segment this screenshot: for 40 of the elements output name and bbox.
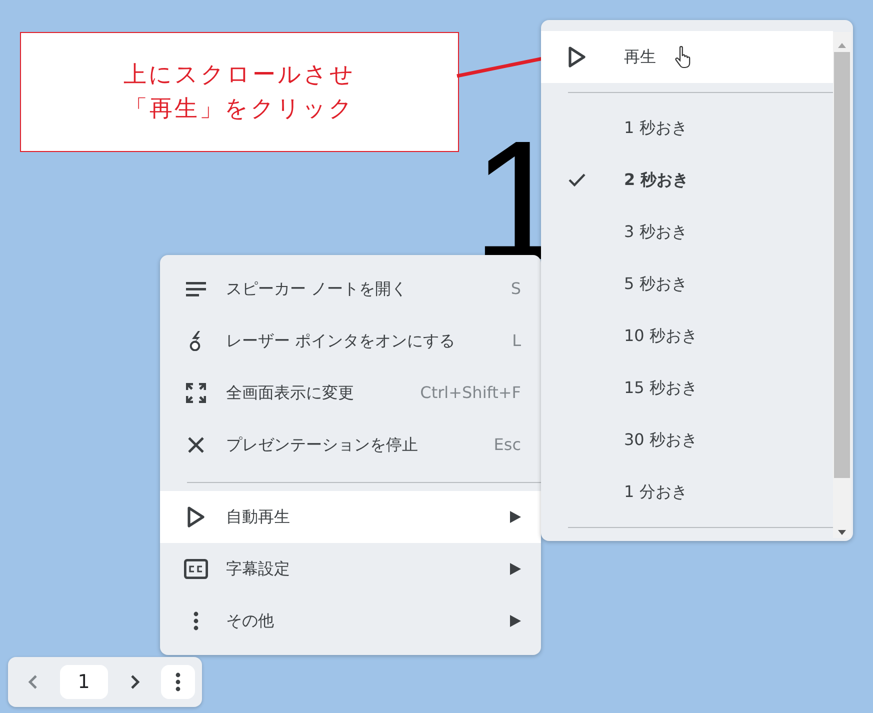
- menu-item[interactable]: 3 秒おき: [541, 206, 833, 258]
- play-icon: [568, 46, 586, 68]
- menu-item[interactable]: 全画面表示に変更 Ctrl+Shift+F: [160, 367, 541, 419]
- menu-item[interactable]: 5 秒おき: [541, 258, 833, 310]
- callout-text: 「再生」をクリック: [124, 95, 354, 124]
- menu-item[interactable]: 再生: [541, 31, 833, 83]
- menu-item[interactable]: スピーカー ノートを開く S: [160, 263, 541, 315]
- menu-item[interactable]: 自動再生: [160, 491, 541, 543]
- menu-item[interactable]: 1 分おき: [541, 466, 833, 518]
- callout-text: 上にスクロールさせ: [124, 61, 356, 90]
- shortcut-text: Esc: [494, 434, 521, 456]
- chevron-icon: [130, 674, 140, 690]
- caret-icon: [510, 511, 521, 523]
- menu-item[interactable]: 1 秒おき: [541, 102, 833, 154]
- lightning-ball-icon: [189, 331, 203, 351]
- menu-item[interactable]: レーザー ポインタをオンにする L: [160, 315, 541, 367]
- play-icon: [187, 506, 205, 528]
- menu-item[interactable]: 30 秒おき: [541, 414, 833, 466]
- chevron-icon: [28, 674, 38, 690]
- menu-item[interactable]: 2 秒おき: [541, 154, 833, 206]
- menu-item[interactable]: その他: [160, 595, 541, 647]
- shortcut-text: Ctrl+Shift+F: [420, 382, 521, 404]
- caret-icon: [510, 615, 521, 627]
- scrollbar[interactable]: [833, 32, 851, 538]
- menu-item[interactable]: 15 秒おき: [541, 362, 833, 414]
- more-icon: [193, 611, 199, 631]
- more-icon: [175, 672, 182, 692]
- page-number-field[interactable]: 1: [60, 665, 108, 699]
- captions-icon: [184, 559, 208, 579]
- shortcut-text: S: [510, 278, 521, 300]
- expand-icon: [186, 383, 206, 403]
- menu-item[interactable]: 字幕設定: [160, 543, 541, 595]
- scrollbar-thumb[interactable]: [834, 52, 850, 478]
- more-button[interactable]: [161, 665, 196, 699]
- caret-icon: [510, 563, 521, 575]
- shortcut-text: L: [512, 330, 521, 352]
- lines-icon: [186, 282, 206, 296]
- close-icon: [187, 436, 205, 454]
- menu-item[interactable]: プレゼンテーションを停止 Esc: [160, 419, 541, 471]
- menu-item[interactable]: 10 秒おき: [541, 310, 833, 362]
